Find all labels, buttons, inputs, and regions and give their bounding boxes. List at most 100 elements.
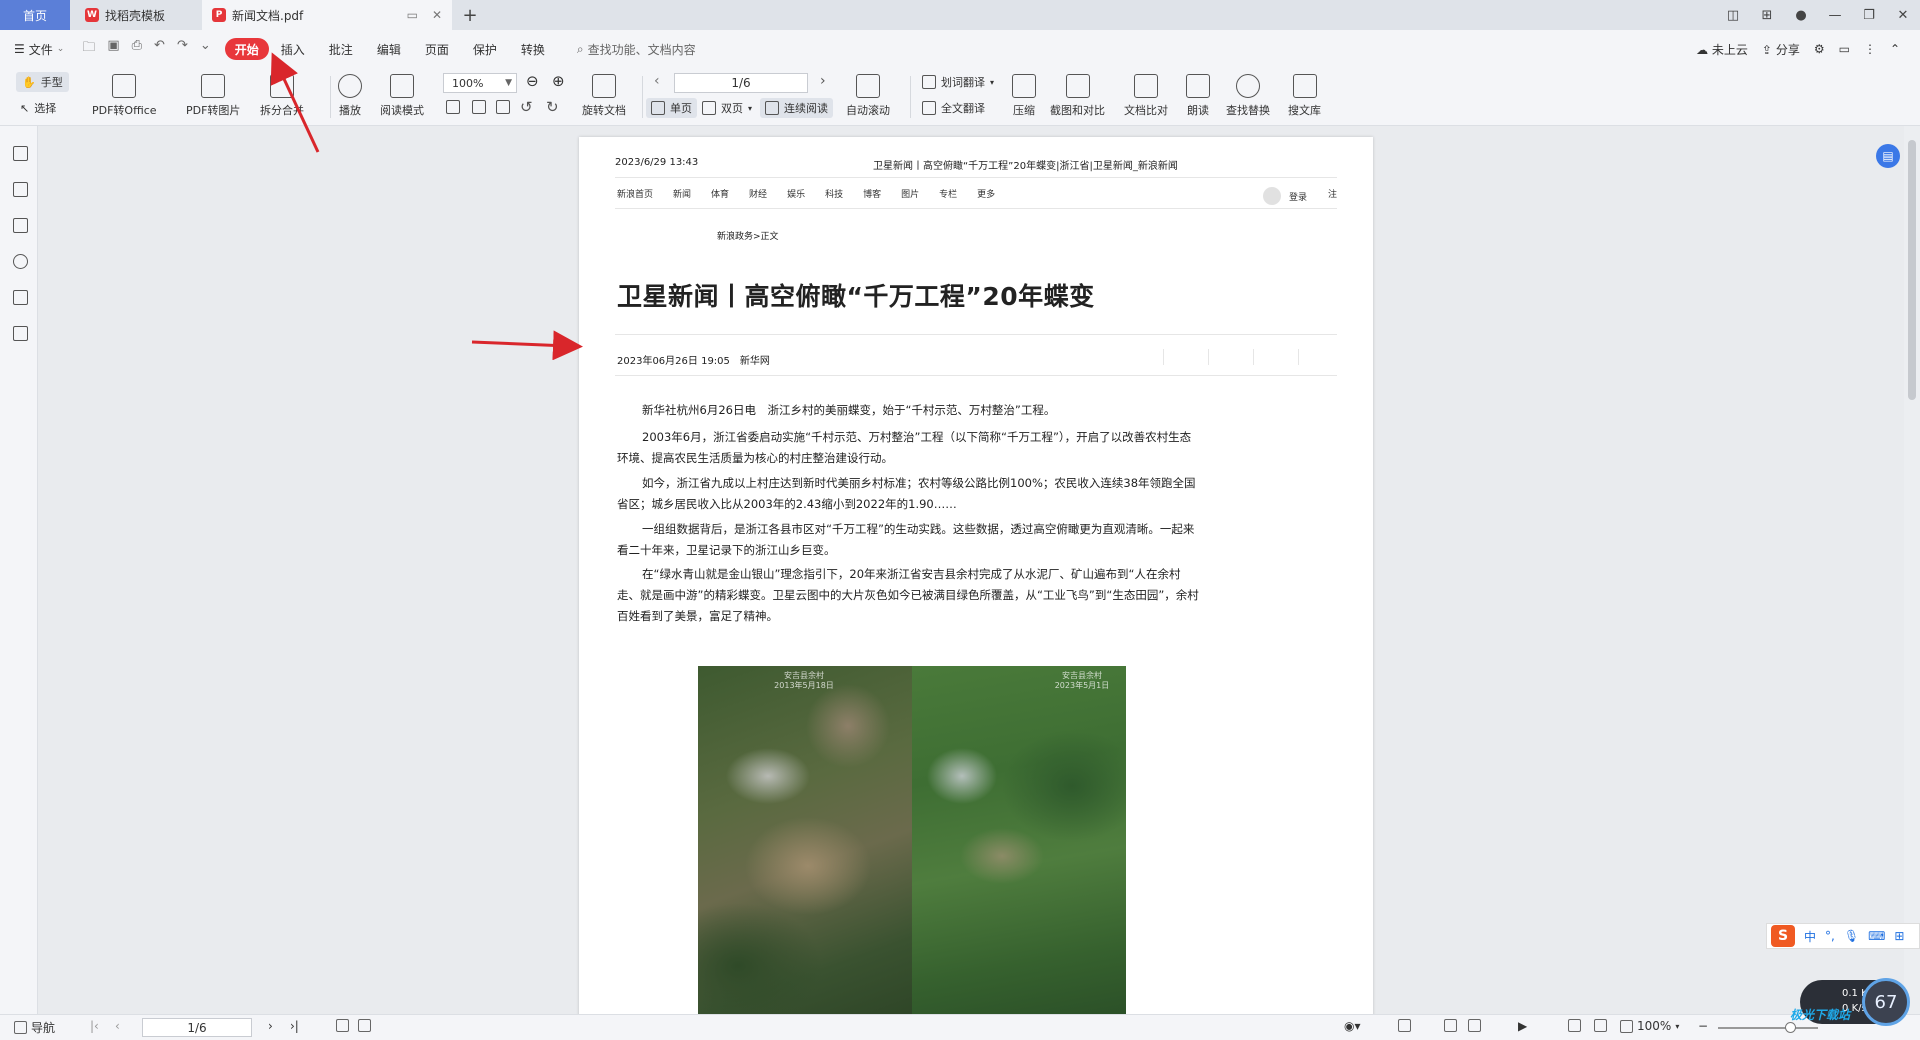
first-page-icon[interactable]: |‹ xyxy=(90,1019,99,1033)
actual-size-icon[interactable] xyxy=(446,100,460,114)
more-icon[interactable]: ⋮ xyxy=(1864,42,1876,56)
single-page-button[interactable]: 单页 xyxy=(646,98,697,118)
layers-icon[interactable] xyxy=(13,326,28,341)
zoom-in-icon[interactable]: ⊕ xyxy=(552,72,565,90)
status-page-input[interactable]: 1/6 xyxy=(142,1018,252,1037)
undo-icon[interactable]: ↶ xyxy=(154,38,165,60)
pdf-to-image-button[interactable]: PDF转图片 xyxy=(186,74,240,118)
layout-icon[interactable]: ◫ xyxy=(1716,8,1750,23)
search-library-button[interactable]: 搜文库 xyxy=(1288,74,1321,118)
vertical-scrollbar[interactable] xyxy=(1904,126,1920,1014)
grid-icon[interactable]: ⊞ xyxy=(1894,929,1904,943)
nav-item[interactable]: 科技 xyxy=(825,187,843,200)
double-page-button[interactable]: 双页 ▾ xyxy=(702,98,752,118)
microphone-icon[interactable]: 🎙 xyxy=(1844,929,1859,943)
status-zoom-select[interactable]: 100% ▾ xyxy=(1620,1019,1679,1033)
scrollbar-thumb[interactable] xyxy=(1908,140,1916,400)
nav-item[interactable]: 新闻 xyxy=(673,187,691,200)
back-icon[interactable] xyxy=(336,1019,349,1032)
find-replace-button[interactable]: 查找替换 xyxy=(1226,74,1270,118)
prev-page-icon[interactable]: ‹ xyxy=(654,73,660,89)
collapse-ribbon-icon[interactable]: ⌃ xyxy=(1890,42,1900,56)
split-merge-button[interactable]: 拆分合并 xyxy=(260,74,304,118)
compress-button[interactable]: 压缩 xyxy=(1012,74,1036,118)
bookmark-icon[interactable] xyxy=(13,146,28,161)
cloud-status[interactable]: ☁ 未上云 xyxy=(1696,41,1748,58)
feature-search[interactable]: ⌕ 查找功能、文档内容 xyxy=(577,41,696,58)
hand-tool-button[interactable]: ✋ 手型 xyxy=(16,72,69,92)
rotate-document-button[interactable]: 旋转文档 xyxy=(582,74,626,118)
nav-item[interactable]: 图片 xyxy=(901,187,919,200)
rotate-right-icon[interactable]: ↻ xyxy=(546,98,559,116)
zoom-out-icon[interactable]: − xyxy=(1698,1019,1708,1033)
next-page-icon[interactable]: › xyxy=(268,1019,273,1033)
page-number-input[interactable]: 1/6 xyxy=(674,73,808,93)
tab-insert[interactable]: 插入 xyxy=(269,38,317,60)
tab-home[interactable]: 首页 xyxy=(0,0,70,30)
fit-page-icon[interactable] xyxy=(472,100,486,114)
settings-icon[interactable]: ⚙ xyxy=(1814,42,1825,56)
actual-size-icon[interactable] xyxy=(1568,1019,1581,1032)
single-view-icon[interactable] xyxy=(1444,1019,1457,1032)
nav-item[interactable]: 更多 xyxy=(977,187,995,200)
read-aloud-button[interactable]: 朗读 xyxy=(1186,74,1210,118)
select-tool-button[interactable]: ↖ 选择 xyxy=(20,98,56,118)
read-mode-button[interactable]: 阅读模式 xyxy=(380,74,424,118)
open-folder-icon[interactable]: 🗀 xyxy=(82,38,95,60)
nav-item[interactable]: 体育 xyxy=(711,187,729,200)
login-area[interactable]: 登录 xyxy=(1262,187,1307,205)
fit-page-icon[interactable] xyxy=(1594,1019,1607,1032)
nav-item[interactable]: 财经 xyxy=(749,187,767,200)
nav-item[interactable]: 新浪首页 xyxy=(617,187,653,200)
avatar[interactable]: ● xyxy=(1784,8,1818,23)
tab-templates[interactable]: W 找稻壳模板 xyxy=(73,0,201,30)
attachment-icon[interactable] xyxy=(13,254,28,269)
zoom-select[interactable]: 100% ▼ xyxy=(443,73,517,93)
file-menu[interactable]: ☰ 文件 ⌄ xyxy=(14,41,64,58)
print-icon[interactable]: ⎙ xyxy=(132,38,142,60)
floating-tools-icon[interactable]: ▤ xyxy=(1876,144,1900,168)
continuous-view-icon[interactable] xyxy=(1398,1019,1411,1032)
navigation-toggle[interactable]: 导航 xyxy=(14,1019,55,1036)
nav-item[interactable]: 专栏 xyxy=(939,187,957,200)
close-tab-icon[interactable]: ✕ xyxy=(432,8,442,22)
grid-icon[interactable]: ⊞ xyxy=(1750,8,1784,23)
pdf-to-office-button[interactable]: PDF转Office xyxy=(92,74,157,118)
zoom-slider-knob[interactable] xyxy=(1785,1022,1796,1033)
restore-icon[interactable]: ❐ xyxy=(1852,8,1886,23)
tab-protect[interactable]: 保护 xyxy=(461,38,509,60)
screenshot-compare-button[interactable]: 截图和对比 xyxy=(1050,74,1105,118)
ime-language[interactable]: 中 xyxy=(1804,928,1816,945)
minimize-icon[interactable]: — xyxy=(1818,8,1852,23)
register-link[interactable]: 注 xyxy=(1328,187,1337,200)
tab-convert[interactable]: 转换 xyxy=(509,38,557,60)
forward-icon[interactable] xyxy=(358,1019,371,1032)
tab-annotate[interactable]: 批注 xyxy=(317,38,365,60)
keyboard-icon[interactable]: ⌨ xyxy=(1868,929,1885,943)
tab-start[interactable]: 开始 xyxy=(224,38,269,60)
customize-icon[interactable]: ⌄ xyxy=(200,38,211,60)
prev-page-icon[interactable]: ‹ xyxy=(115,1019,120,1033)
save-icon[interactable]: ▣ xyxy=(107,38,119,60)
zoom-out-icon[interactable]: ⊖ xyxy=(526,72,539,90)
thumbnail-icon[interactable] xyxy=(13,182,28,197)
new-tab-button[interactable]: + xyxy=(458,0,482,30)
tab-document[interactable]: P 新闻文档.pdf ▭ ✕ xyxy=(202,0,452,30)
last-page-icon[interactable]: ›| xyxy=(290,1019,299,1033)
close-window-icon[interactable]: ✕ xyxy=(1886,8,1920,23)
share-button[interactable]: ⇪ 分享 xyxy=(1762,41,1800,58)
zoom-slider[interactable] xyxy=(1718,1022,1818,1033)
next-page-icon[interactable]: › xyxy=(820,73,826,89)
play-icon[interactable]: ▶ xyxy=(1518,1019,1527,1033)
punctuation-icon[interactable]: °, xyxy=(1825,929,1835,943)
nav-item[interactable]: 娱乐 xyxy=(787,187,805,200)
tab-edit[interactable]: 编辑 xyxy=(365,38,413,60)
document-compare-button[interactable]: 文档比对 xyxy=(1124,74,1168,118)
word-translate-button[interactable]: 划词翻译 ▾ xyxy=(922,72,994,92)
pin-icon[interactable]: ▭ xyxy=(407,8,418,22)
double-view-icon[interactable] xyxy=(1468,1019,1481,1032)
nav-item[interactable]: 博客 xyxy=(863,187,881,200)
full-translate-button[interactable]: 全文翻译 xyxy=(922,98,985,118)
eye-protect-icon[interactable]: ◉▾ xyxy=(1344,1019,1361,1033)
rotate-left-icon[interactable]: ↺ xyxy=(520,98,533,116)
